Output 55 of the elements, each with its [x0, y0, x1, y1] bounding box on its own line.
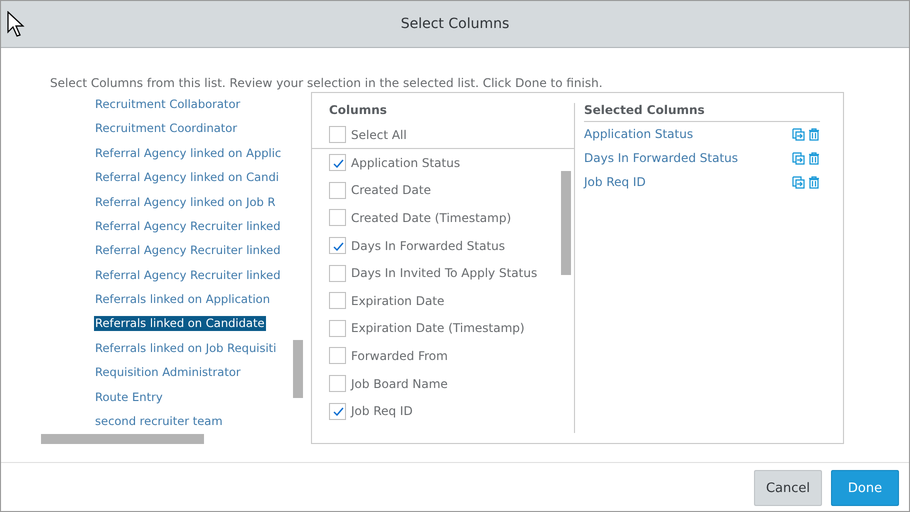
field-list-item[interactable]: Recruitment Collaborator [94, 92, 242, 116]
trash-icon[interactable] [808, 152, 820, 164]
checkbox[interactable] [329, 375, 346, 392]
scrollbar[interactable] [561, 171, 571, 275]
cancel-button[interactable]: Cancel [754, 470, 822, 506]
dialog-title: Select Columns [400, 16, 510, 32]
trash-icon[interactable] [808, 176, 820, 188]
selected-column-label[interactable]: Application Status [584, 127, 789, 141]
selected-column-label[interactable]: Days In Forwarded Status [584, 151, 789, 165]
field-list-item[interactable]: Requisition Administrator [94, 360, 242, 385]
scrollbar[interactable] [41, 434, 204, 444]
column-label: Job Req ID [351, 404, 413, 418]
field-list-item[interactable]: Referral Agency linked on Applic [94, 140, 282, 166]
field-list-item[interactable]: Referral Agency linked on Candi [94, 165, 280, 190]
checkbox[interactable] [329, 209, 346, 226]
cursor-icon [7, 11, 25, 37]
move-icon[interactable] [792, 128, 805, 140]
checkbox[interactable] [329, 320, 346, 337]
checkbox[interactable] [329, 126, 346, 143]
move-icon[interactable] [792, 152, 805, 164]
checkbox[interactable] [329, 347, 346, 364]
field-list-item[interactable]: second recruiter team [94, 409, 224, 434]
column-label: Forwarded From [351, 348, 448, 363]
column-label: Created Date (Timestamp) [351, 210, 512, 225]
column-label: Expiration Date [351, 294, 444, 308]
field-list-item[interactable]: Referral Agency Recruiter linked [94, 238, 282, 263]
checkbox[interactable] [329, 154, 346, 172]
move-icon[interactable] [792, 176, 805, 188]
checkbox[interactable] [329, 292, 346, 310]
field-list-item[interactable]: Referral Agency linked on Job R [94, 190, 276, 214]
instruction-text: Select Columns from this list. Review your selection in the selected list. Click Done to finish. [50, 76, 604, 92]
selected-columns-heading: Selected Columns [584, 103, 820, 122]
field-list-item[interactable]: Referral Agency Recruiter linked [94, 214, 282, 238]
column-label: Job Board Name [351, 376, 448, 391]
column-label: Created Date [351, 183, 431, 198]
columns-heading: Columns [328, 103, 388, 119]
checkbox[interactable] [329, 237, 346, 254]
checkbox[interactable] [329, 264, 346, 282]
trash-icon[interactable] [808, 128, 820, 140]
field-list-item[interactable]: Referrals linked on Job Requisiti [94, 336, 278, 360]
field-list-item[interactable]: Referral Agency Recruiter linked [94, 262, 282, 288]
column-label: Days In Forwarded Status [351, 238, 506, 253]
field-list-item[interactable]: Recruitment Coordinator [94, 116, 238, 141]
field-list-item[interactable]: Route Entry [94, 384, 164, 410]
done-button[interactable]: Done [831, 470, 899, 506]
field-list-item[interactable]: Referrals linked on Application [94, 287, 272, 312]
scrollbar[interactable] [293, 340, 303, 398]
checkbox[interactable] [329, 402, 346, 420]
select-all-label: Select All [351, 128, 407, 142]
field-list-item[interactable]: Referrals linked on Candidate [94, 316, 266, 331]
column-label: Expiration Date (Timestamp) [351, 321, 525, 336]
column-label: Days In Invited To Apply Status [351, 266, 538, 280]
checkbox[interactable] [329, 182, 346, 199]
selected-column-label[interactable]: Job Req ID [584, 175, 789, 189]
column-label: Application Status [351, 156, 460, 170]
